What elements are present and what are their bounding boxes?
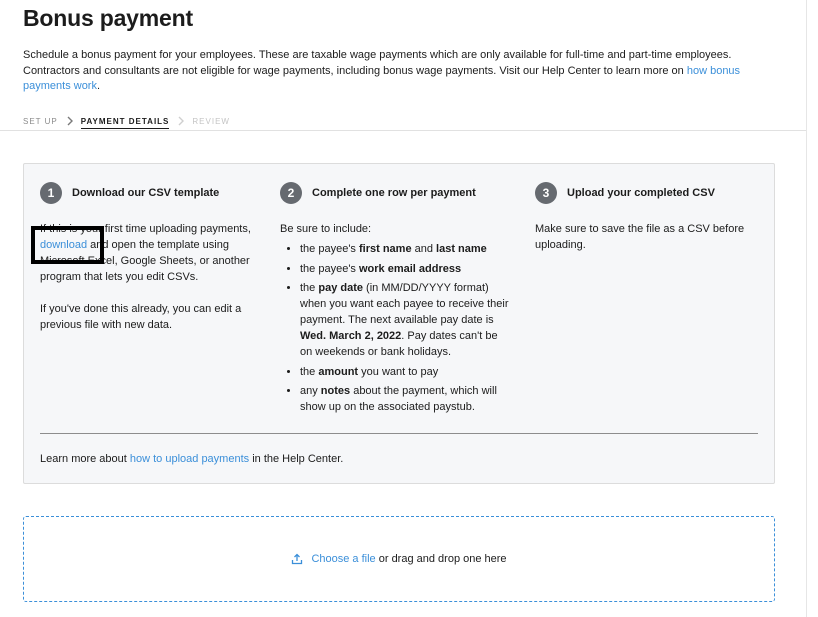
help-center-note: Learn more about how to upload payments … <box>40 453 343 465</box>
text: first name <box>358 243 412 255</box>
instruction-header-1: 1 Download our CSV template <box>40 182 219 204</box>
text: last name <box>436 243 487 255</box>
text: Wed. March 2, 2022 <box>300 330 402 342</box>
text: Learn more about <box>40 453 130 465</box>
text: work email address <box>358 262 462 275</box>
text: pay date <box>318 282 363 294</box>
chevron-right-icon <box>67 116 73 126</box>
instruction-header-3: 3 Upload your completed CSV <box>535 182 715 204</box>
focus-highlight-box <box>31 226 104 264</box>
text: and <box>411 243 437 255</box>
choose-file-link[interactable]: Choose a file <box>311 553 375 565</box>
step-payment-details[interactable]: PAYMENT DETAILS <box>80 117 170 129</box>
text: amount <box>318 365 359 378</box>
list-item: the payee's work email address <box>300 261 510 277</box>
list-item: the pay date (in MM/DD/YYYY format) when… <box>300 280 510 360</box>
instruction-paragraph: Make sure to save the file as a CSV befo… <box>535 223 745 251</box>
right-edge-divider <box>806 0 807 617</box>
step-set-up[interactable]: SET UP <box>23 117 58 126</box>
list-item: the payee's first name and last name <box>300 241 510 257</box>
card-divider <box>40 433 758 434</box>
text: the <box>300 282 319 294</box>
instruction-title: Complete one row per payment <box>312 187 476 199</box>
how-to-upload-payments-link[interactable]: how to upload payments <box>130 453 249 465</box>
intro-paragraph: Schedule a bonus payment for your employ… <box>23 48 783 95</box>
requirements-list: the payee's first name and last name the… <box>280 241 510 415</box>
instruction-body-3: Make sure to save the file as a CSV befo… <box>535 221 760 253</box>
intro-text: Schedule a bonus payment for your employ… <box>23 49 732 77</box>
step-number-badge: 3 <box>535 182 557 204</box>
instructions-card: 1 Download our CSV template If this is y… <box>23 163 775 484</box>
list-item: the amount you want to pay <box>300 364 510 380</box>
upload-icon <box>292 553 303 565</box>
instruction-header-2: 2 Complete one row per payment <box>280 182 476 204</box>
instruction-title: Download our CSV template <box>72 187 220 199</box>
text: the payee's <box>300 262 359 275</box>
stepper: SET UP PAYMENT DETAILS REVIEW <box>23 114 230 129</box>
file-dropzone[interactable]: Choose a file or drag and drop one here <box>23 516 775 602</box>
step-number-badge: 1 <box>40 182 62 204</box>
text: in the Help Center. <box>249 453 344 465</box>
header-divider <box>0 130 806 131</box>
text: the <box>300 365 319 378</box>
dropzone-text: or drag and drop one here <box>375 553 507 565</box>
text: any <box>300 385 321 397</box>
text: notes <box>320 385 351 397</box>
chevron-right-icon <box>178 116 185 126</box>
step-review: REVIEW <box>192 116 230 126</box>
list-item: any notes about the payment, which will … <box>300 383 510 415</box>
instruction-intro: Be sure to include: <box>280 223 372 235</box>
intro-end: . <box>96 80 101 92</box>
instruction-body-2: Be sure to include: the payee's first na… <box>280 221 510 419</box>
instruction-title: Upload your completed CSV <box>567 187 715 199</box>
instruction-paragraph: If you've done this already, you can edi… <box>40 303 242 331</box>
step-number-badge: 2 <box>280 182 302 204</box>
text: the payee's <box>300 243 359 255</box>
text: you want to pay <box>358 365 439 378</box>
page-title: Bonus payment <box>23 5 193 31</box>
